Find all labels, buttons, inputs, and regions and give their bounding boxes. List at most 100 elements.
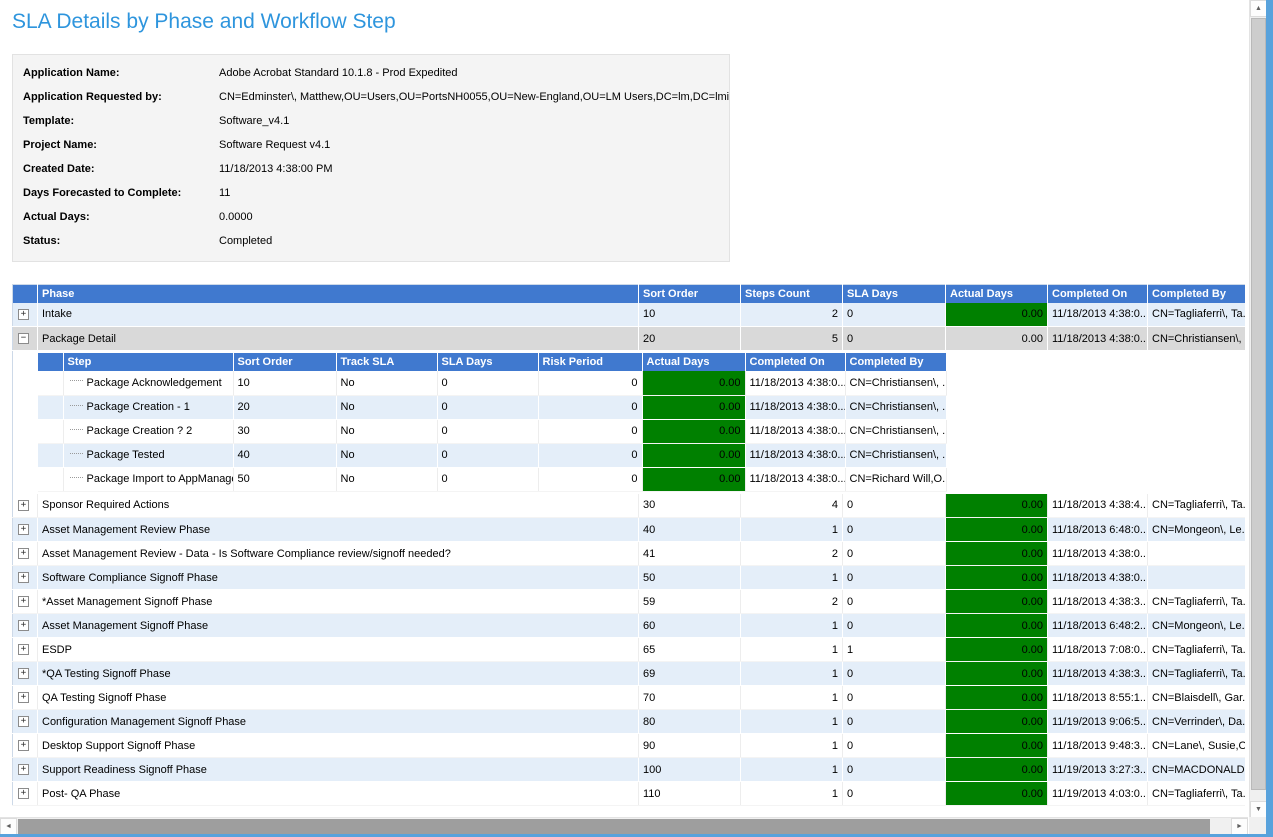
tree-cell [38,371,63,395]
completed-by: CN=Tagliaferri\, Ta... [1148,303,1246,327]
sort-order: 65 [639,638,741,662]
completed-on: 11/18/2013 4:38:0... [745,419,845,443]
sla-days: 1 [843,638,946,662]
sla-days: 0 [437,419,538,443]
expander-cell: + [13,494,38,518]
expand-icon[interactable]: + [18,548,29,559]
info-value: Completed [219,235,729,248]
completed-on: 11/18/2013 4:38:0... [1048,542,1148,566]
expander-cell: − [13,327,38,351]
phase-row: +Asset Management Review Phase40100.0011… [13,518,1246,542]
expand-icon[interactable]: + [18,524,29,535]
completed-by: CN=Mongeon\, Le... [1148,518,1246,542]
info-label: Template: [23,115,219,128]
phase-table: PhaseSort OrderSteps CountSLA DaysActual… [12,284,1245,806]
expander-cell: + [13,590,38,614]
horizontal-scrollbar[interactable]: ◄ ► [0,817,1248,834]
column-header: Step [63,353,233,371]
expand-icon[interactable]: + [18,596,29,607]
risk-period: 0 [538,395,642,419]
track-sla: No [336,419,437,443]
horizontal-scrollbar-thumb[interactable] [18,819,1210,834]
column-header-blank [13,285,38,303]
scroll-right-icon[interactable]: ► [1231,818,1248,835]
completed-by: CN=Tagliaferri\, Ta... [1148,782,1246,806]
steps-count: 2 [741,303,843,327]
info-label: Application Name: [23,67,219,80]
scroll-left-icon[interactable]: ◄ [0,818,17,835]
phase-row: +Configuration Management Signoff Phase8… [13,710,1246,734]
steps-count: 1 [741,614,843,638]
expander-cell: + [13,782,38,806]
steps-count: 1 [741,686,843,710]
sort-order: 100 [639,758,741,782]
step-row: Package Creation ? 230No000.0011/18/2013… [38,419,946,443]
expander-cell: + [13,758,38,782]
sort-order: 40 [233,443,336,467]
expand-icon[interactable]: + [18,644,29,655]
completed-by [1148,542,1246,566]
info-value: 0.0000 [219,211,729,224]
expander-cell: + [13,566,38,590]
column-header: Completed On [1048,285,1148,303]
expand-icon[interactable]: + [18,740,29,751]
expand-icon[interactable]: + [18,572,29,583]
expander-cell: + [13,303,38,327]
column-header: Steps Count [741,285,843,303]
expand-icon[interactable]: + [18,716,29,727]
info-row: Template:Software_v4.1 [23,115,729,128]
completed-by: CN=Christiansen\, ... [845,443,946,467]
collapse-icon[interactable]: − [18,333,29,344]
info-label: Created Date: [23,163,219,176]
completed-by: CN=Mongeon\, Le... [1148,614,1246,638]
column-header: SLA Days [437,353,538,371]
phase-name: *Asset Management Signoff Phase [38,590,639,614]
completed-on: 11/18/2013 4:38:4... [1048,494,1148,518]
column-header: Risk Period [538,353,642,371]
completed-by: CN=Tagliaferri\, Ta... [1148,494,1246,518]
scroll-up-icon[interactable]: ▲ [1250,0,1267,17]
phase-name: ESDP [38,638,639,662]
expander-cell: + [13,734,38,758]
column-header: Sort Order [639,285,741,303]
phase-row: +Asset Management Signoff Phase60100.001… [13,614,1246,638]
info-row: Actual Days:0.0000 [23,211,729,224]
actual-days: 0.00 [946,303,1048,327]
expand-icon[interactable]: + [18,764,29,775]
sort-order: 20 [233,395,336,419]
steps-count: 4 [741,494,843,518]
tree-cell [38,467,63,491]
sla-days: 0 [843,518,946,542]
completed-on: 11/18/2013 9:48:3... [1048,734,1148,758]
expand-icon[interactable]: + [18,788,29,799]
sort-order: 90 [639,734,741,758]
expand-icon[interactable]: + [18,620,29,631]
info-label: Application Requested by: [23,91,219,104]
phase-table-header-row: PhaseSort OrderSteps CountSLA DaysActual… [13,285,1246,303]
scroll-down-icon[interactable]: ▼ [1250,801,1267,818]
step-table: StepSort OrderTrack SLASLA DaysRisk Peri… [38,353,947,492]
step-name: Package Creation - 1 [63,395,233,419]
completed-by: CN=Christiansen\, ... [845,419,946,443]
expander-cell: + [13,518,38,542]
vertical-scrollbar[interactable]: ▲ ▼ [1249,0,1266,818]
actual-days: 0.00 [946,542,1048,566]
scrollbar-corner [1249,817,1266,834]
sort-order: 10 [639,303,741,327]
expand-icon[interactable]: + [18,500,29,511]
tree-cell [38,419,63,443]
completed-by: CN=Christiansen\, ... [845,371,946,395]
steps-count: 2 [741,590,843,614]
phase-name: Post- QA Phase [38,782,639,806]
expand-icon[interactable]: + [18,692,29,703]
info-label: Days Forecasted to Complete: [23,187,219,200]
phase-name: Sponsor Required Actions [38,494,639,518]
track-sla: No [336,467,437,491]
actual-days: 0.00 [946,638,1048,662]
vertical-scrollbar-thumb[interactable] [1251,18,1266,790]
expand-icon[interactable]: + [18,668,29,679]
sort-order: 70 [639,686,741,710]
expand-icon[interactable]: + [18,309,29,320]
completed-on: 11/18/2013 4:38:0... [1048,303,1148,327]
actual-days: 0.00 [642,419,745,443]
